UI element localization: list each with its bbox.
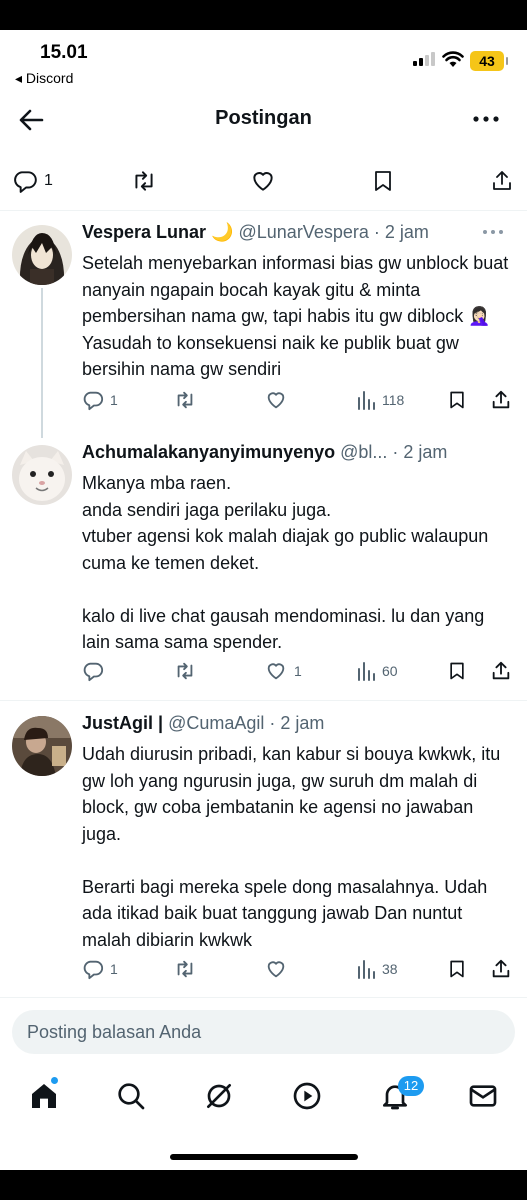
tweet-text: Udah diurusin pribadi, kan kabur si bouy… [82,744,501,950]
bookmark-button[interactable] [447,389,467,411]
tweet-text: Setelah menyebarkan informasi bias gw un… [82,253,514,379]
share-icon [492,661,510,680]
author-handle-time: @LunarVespera · 2 jam [238,222,429,242]
retweet-button[interactable] [173,389,197,411]
tweet-text: Mkanya mba raen. anda sendiri jaga peril… [82,473,489,652]
notifications-badge: 12 [398,1076,424,1096]
search-icon[interactable] [115,1080,147,1112]
tweet-actions: 1 118 [0,389,527,419]
home-icon[interactable] [28,1080,60,1112]
bookmark-icon [450,391,464,409]
reply-count: 1 [44,172,53,189]
reply-icon [83,662,104,682]
bottom-nav [0,1068,527,1128]
more-icon[interactable] [470,107,502,131]
reply-icon [14,171,37,193]
like-button[interactable] [264,958,288,980]
video-icon[interactable] [291,1080,323,1112]
author-name[interactable]: Vespera Lunar 🌙 [82,222,233,242]
views-icon [358,391,375,410]
tweet-header: Achumalakanyanyimunyenyo @bl... · 2 jam [82,442,447,463]
status-bar: 15.01 ◂ Discord 43 [0,30,527,90]
share-button[interactable] [490,660,512,682]
divider [0,700,527,701]
battery-indicator: 43 [470,51,508,71]
tweet-header: JustAgil | @CumaAgil · 2 jam [82,713,324,734]
bookmark-button[interactable] [371,168,395,194]
author-handle-time: @CumaAgil · 2 jam [168,713,325,733]
page-title: Postingan [215,107,312,129]
reply-input-placeholder: Posting balasan Anda [27,1022,202,1042]
status-time: 15.01 [40,42,88,63]
retweet-icon [177,662,193,680]
like-icon [267,392,285,409]
tweet-header: Vespera Lunar 🌙 @LunarVespera · 2 jam [82,222,429,243]
wifi-icon [442,51,464,67]
retweet-button[interactable] [130,168,158,194]
tweet-actions: 1 60 [0,660,527,690]
reply-icon [83,960,104,980]
retweet-icon [177,960,193,978]
home-indicator[interactable] [170,1154,358,1160]
author-name[interactable]: Achumalakanyanyimunyenyo [82,442,335,462]
divider [0,210,527,211]
author-handle-time: @bl... · 2 jam [340,442,448,462]
signal-icon [413,52,435,66]
grok-icon[interactable] [203,1080,235,1112]
tweet-actions: 1 38 [0,958,527,988]
reply-count: 1 [110,392,118,408]
retweet-button[interactable] [173,958,197,980]
home-unread-dot [51,1077,58,1084]
bookmark-icon [375,171,391,191]
reply-count: 1 [110,961,118,977]
retweet-button[interactable] [173,660,197,682]
like-count: 1 [294,663,302,679]
reply-button[interactable]: 1 [12,168,53,194]
share-icon [493,171,511,190]
reply-button[interactable]: 1 [82,389,118,411]
more-icon[interactable] [482,228,504,236]
tweet[interactable]: JustAgil | @CumaAgil · 2 jam Udah diurus… [0,713,527,953]
author-name[interactable]: JustAgil | [82,713,163,733]
views-icon [358,960,375,979]
bookmark-icon [450,662,464,680]
views-button[interactable]: 38 [356,958,398,980]
bookmark-icon [450,960,464,978]
tweet[interactable]: Achumalakanyanyimunyenyo @bl... · 2 jam … [0,442,527,652]
views-button[interactable]: 118 [356,389,404,411]
like-button[interactable] [249,168,277,194]
page-header: Postingan [0,95,527,145]
top-black-bar [0,0,527,30]
like-button[interactable]: 1 [264,660,302,682]
share-button[interactable] [490,168,514,194]
main-post-actions: 1 [0,168,527,198]
views-icon [358,662,375,681]
retweet-icon [177,391,193,409]
share-button[interactable] [490,958,512,980]
share-icon [492,959,510,978]
divider [0,997,527,998]
like-button[interactable] [264,389,288,411]
share-icon [492,390,510,409]
reply-button[interactable] [82,660,110,682]
reply-button[interactable]: 1 [82,958,118,980]
reply-input[interactable]: Posting balasan Anda [12,1010,515,1054]
mail-icon[interactable] [467,1080,499,1112]
views-count: 38 [382,961,398,977]
share-button[interactable] [490,389,512,411]
bookmark-button[interactable] [447,958,467,980]
retweet-icon [135,171,153,191]
like-icon [267,961,285,978]
views-count: 118 [382,392,405,408]
like-icon [267,663,285,680]
back-to-app-link[interactable]: ◂ Discord [15,70,73,87]
like-icon [253,172,273,191]
reply-icon [83,391,104,411]
views-count: 60 [382,663,398,679]
bookmark-button[interactable] [447,660,467,682]
views-button[interactable]: 60 [356,660,398,682]
bottom-black-bar [0,1170,527,1200]
